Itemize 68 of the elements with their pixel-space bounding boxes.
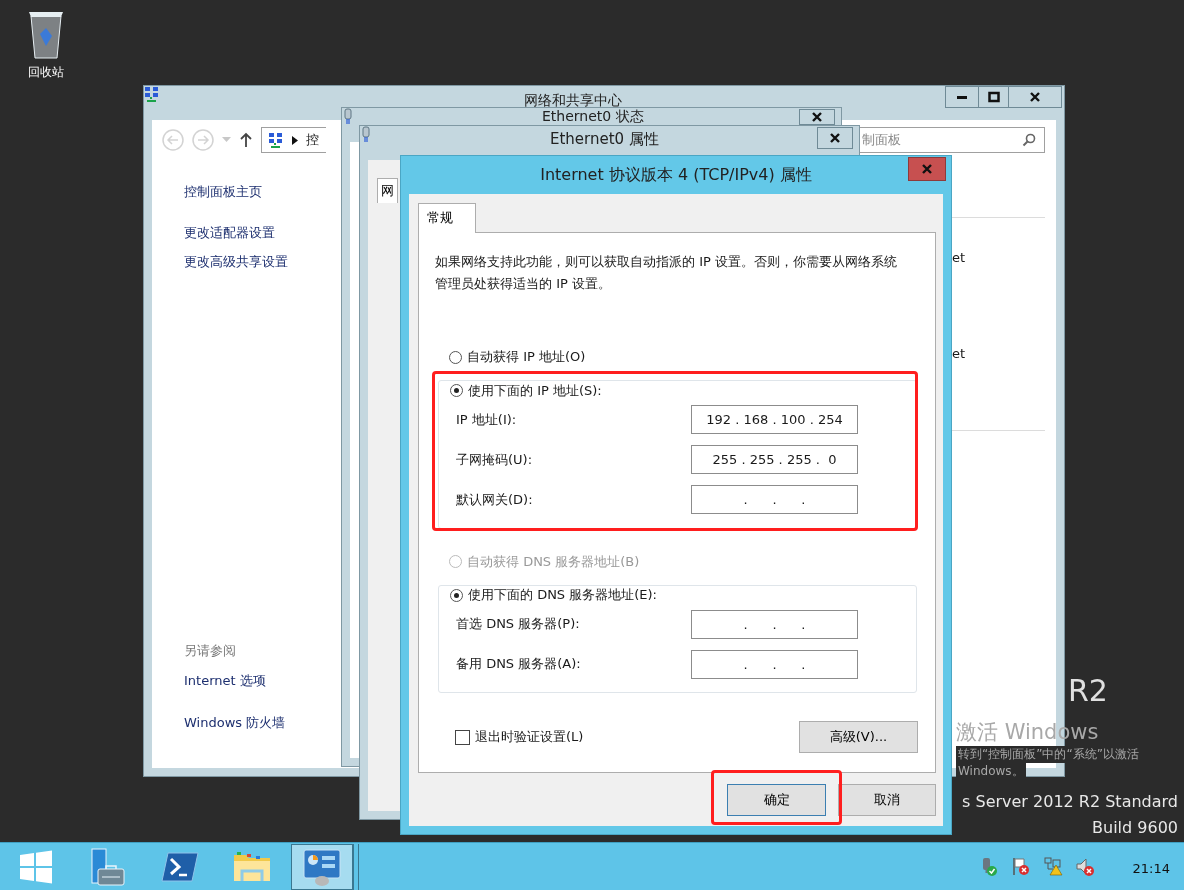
- search-icon[interactable]: [1022, 133, 1036, 147]
- radio-label[interactable]: 使用下面的 IP 地址(S):: [468, 381, 602, 400]
- breadcrumb-item[interactable]: 控: [306, 131, 319, 149]
- close-button[interactable]: [817, 127, 853, 149]
- window-title: Ethernet0 属性: [550, 130, 659, 149]
- radio-button[interactable]: [449, 350, 462, 364]
- flag-error-icon[interactable]: [1010, 856, 1031, 877]
- tab[interactable]: 网: [377, 178, 398, 203]
- maximize-icon: [987, 91, 1000, 103]
- clock-time[interactable]: 21:14: [1132, 856, 1170, 876]
- sidebar-link[interactable]: 控制面板主页: [184, 184, 262, 200]
- close-icon: [811, 111, 823, 123]
- address-bar[interactable]: 控: [261, 127, 326, 153]
- desktop-icon-label[interactable]: 回收站: [28, 64, 64, 81]
- close-icon: [829, 132, 841, 144]
- edition-text: s Server 2012 R2 Standard: [962, 791, 1178, 813]
- close-button[interactable]: [1008, 86, 1062, 108]
- speaker-muted-icon[interactable]: [1074, 856, 1095, 877]
- control-panel-icon: [302, 846, 342, 887]
- window-title: Ethernet0 状态: [542, 108, 644, 126]
- input-field[interactable]: . . .: [691, 609, 858, 639]
- checkbox-label[interactable]: 退出时验证设置(L): [475, 728, 584, 746]
- radio-button[interactable]: [450, 384, 463, 397]
- sidebar-link[interactable]: Internet 选项: [184, 673, 266, 689]
- up-arrow-icon[interactable]: [239, 132, 253, 148]
- radio-label[interactable]: 自动获得 IP 地址(O): [467, 348, 586, 366]
- input-field[interactable]: 255 . 255 . 255 . 0: [691, 445, 858, 474]
- field-label: 备用 DNS 服务器(A):: [456, 655, 582, 673]
- close-icon: [921, 163, 933, 175]
- window-title: 网络和共享中心: [524, 92, 622, 109]
- minimize-icon: [957, 95, 967, 99]
- taskbar-button[interactable]: [291, 843, 353, 890]
- field-label: IP 地址(I):: [456, 410, 518, 429]
- advanced-button[interactable]: 高级(V)...: [799, 721, 918, 753]
- field-label: 子网掩码(U):: [456, 450, 534, 469]
- connection-label[interactable]: et: [952, 346, 1045, 362]
- maximize-button[interactable]: [978, 86, 1009, 108]
- sidebar-link[interactable]: 更改适配器设置: [184, 225, 275, 241]
- description-text: 如果网络支持此功能，则可以获取自动指派的 IP 设置。否则，你需要从网络系统管理员处获得适当的 IP 设置。: [435, 253, 898, 293]
- build-number: Build 9600: [1092, 817, 1178, 839]
- network-icon: [144, 86, 160, 103]
- search-placeholder: 制面板: [862, 131, 901, 149]
- server-toolbox-icon: [88, 846, 128, 887]
- chevron-icon: [292, 135, 298, 145]
- network-warning-icon[interactable]: [1042, 856, 1063, 877]
- close-icon: [1029, 91, 1041, 103]
- activation-text: Windows。: [956, 763, 1026, 780]
- cancel-button[interactable]: 取消: [838, 784, 936, 816]
- edition-logo-text: R2: [1068, 673, 1108, 708]
- input-field[interactable]: . . .: [691, 485, 858, 514]
- activation-text: 转到“控制面板”中的“系统”以激活: [956, 746, 1141, 763]
- checkbox[interactable]: [455, 729, 470, 745]
- tab[interactable]: 常规: [418, 203, 476, 233]
- ok-button[interactable]: 确定: [727, 784, 826, 816]
- network-icon: [268, 131, 284, 149]
- connection-label[interactable]: et: [952, 250, 1045, 266]
- window-title: Internet 协议版本 4 (TCP/IPv4) 属性: [539, 165, 813, 186]
- close-button[interactable]: [799, 109, 835, 125]
- sidebar-link[interactable]: 更改高级共享设置: [184, 254, 288, 270]
- field-label: 首选 DNS 服务器(P):: [456, 615, 581, 633]
- minimize-button[interactable]: [945, 86, 979, 108]
- sidebar-link[interactable]: Windows 防火墙: [184, 715, 286, 731]
- radio-button[interactable]: [450, 588, 463, 602]
- field-label: 默认网关(D):: [456, 490, 534, 509]
- section-heading: 另请参阅: [184, 642, 236, 660]
- input-field[interactable]: 192 . 168 . 100 . 254: [691, 405, 858, 434]
- input-field[interactable]: . . .: [691, 649, 858, 679]
- search-field[interactable]: 制面板: [857, 127, 1045, 153]
